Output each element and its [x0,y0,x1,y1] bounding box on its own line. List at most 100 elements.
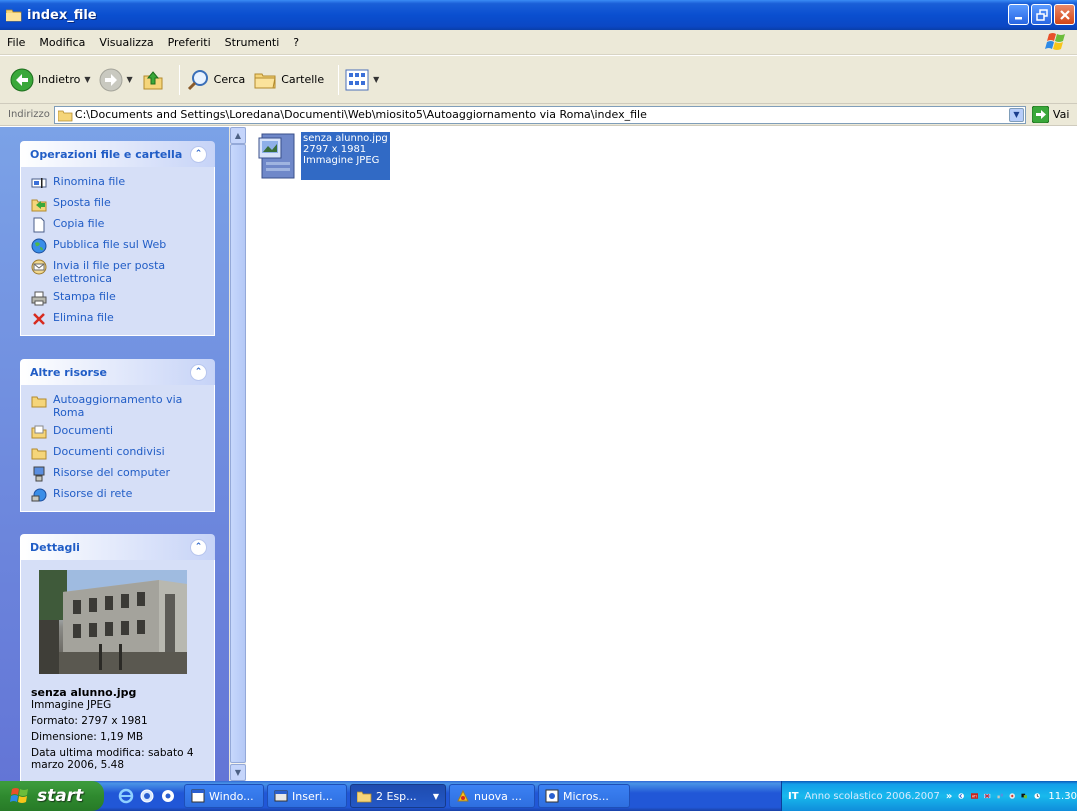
menu-help[interactable]: ? [286,36,306,49]
folders-label: Cartelle [281,73,325,86]
collapse-up-icon[interactable]: ⌃ [190,145,207,163]
forward-button[interactable]: ▼ [99,68,133,92]
file-item[interactable]: senza alunno.jpg 2797 x 1981 Immagine JP… [258,132,390,180]
taskbar-button-microsoft[interactable]: Micros... [538,784,630,808]
taskbar-button-inserisci[interactable]: Inseri... [267,784,347,808]
place-documenti-condivisi[interactable]: Documenti condivisi [31,445,206,461]
place-documenti[interactable]: Documenti [31,424,206,440]
taskbar-button-windows[interactable]: Windo... [184,784,264,808]
svg-text:ATI: ATI [972,794,977,798]
antivirus-icon[interactable] [1009,789,1015,803]
network-icon [31,488,47,502]
move-file-icon [31,199,47,212]
toolbar-separator [178,64,180,95]
other-places-header[interactable]: Altre risorse ⌃ [20,359,215,385]
folder-icon [6,9,22,22]
back-arrow-tray-icon[interactable] [958,789,965,803]
task-pane: Operazioni file e cartella ⌃ Rinomina fi… [0,127,229,784]
details-header[interactable]: Dettagli ⌃ [20,534,215,560]
printer-icon [31,291,47,306]
views-dropdown-icon[interactable]: ▼ [373,75,379,84]
scroll-thumb[interactable] [230,144,246,763]
menu-visualizza[interactable]: Visualizza [92,36,160,49]
taskbar-button-explorer-group[interactable]: 2 Esp... ▼ [350,784,446,808]
task-move-file[interactable]: Sposta file [31,196,206,212]
menu-strumenti[interactable]: Strumenti [218,36,287,49]
ati-icon[interactable]: ATI [970,789,979,803]
browser-icon[interactable] [139,788,155,804]
connection-icon[interactable] [997,789,1003,803]
language-indicator[interactable]: IT [788,791,799,802]
go-button[interactable]: Vai [1031,106,1069,123]
file-view[interactable]: senza alunno.jpg 2797 x 1981 Immagine JP… [247,127,1077,781]
collapse-up-icon[interactable]: ⌃ [190,538,207,556]
clock[interactable]: 11.30 [1048,791,1077,802]
address-path: C:\Documents and Settings\Loredana\Docum… [74,108,647,121]
back-button[interactable]: Indietro ▼ [10,68,91,92]
menu-preferiti[interactable]: Preferiti [161,36,218,49]
email-icon [31,259,47,275]
start-button[interactable]: start [0,781,104,811]
details-file-name: senza alunno.jpg [31,686,137,699]
address-dropdown-button[interactable]: ▼ [1008,107,1024,122]
office-app-icon [545,789,559,803]
file-type: Immagine JPEG [303,155,380,166]
task-copy-file[interactable]: Copia file [31,217,206,233]
close-button[interactable] [1054,4,1075,25]
system-tray: IT Anno scolastico 2006.2007 » ATI 11.30 [781,781,1077,811]
file-tasks-header[interactable]: Operazioni file e cartella ⌃ [20,141,215,167]
file-name: senza alunno.jpg [303,133,388,144]
search-label: Cerca [213,73,246,86]
back-dropdown-icon[interactable]: ▼ [84,75,90,84]
menu-file[interactable]: File [0,36,32,49]
task-publish-web[interactable]: Pubblica file sul Web [31,238,206,254]
window-app-icon [191,789,205,803]
collapse-up-icon[interactable]: ⌃ [190,363,207,381]
task-delete-file[interactable]: Elimina file [31,311,206,327]
other-places-panel: Altre risorse ⌃ Autoaggiornamento via Ro… [20,359,215,512]
folder-icon [31,396,47,408]
quick-launch [118,788,176,804]
forward-dropdown-icon[interactable]: ▼ [127,75,133,84]
restore-icon [1035,8,1048,21]
clock-app-icon[interactable] [1034,789,1040,803]
network-status-icon[interactable] [984,789,991,803]
task-pane-scrollbar[interactable]: ▲ ▼ [229,127,246,781]
folders-button[interactable]: Cartelle [253,68,324,92]
scroll-down-arrow-icon[interactable]: ▼ [230,764,246,781]
media-player-icon[interactable] [160,788,176,804]
address-input[interactable]: C:\Documents and Settings\Loredana\Docum… [53,105,1026,124]
scroll-up-arrow-icon[interactable]: ▲ [230,127,246,144]
place-autoaggiornamento[interactable]: Autoaggiornamento via Roma [31,393,206,419]
title-bar[interactable]: index_file [0,0,1077,30]
back-label: Indietro [38,73,81,86]
folder-icon [357,791,372,802]
details-format: Formato: 2797 x 1981 [31,715,148,727]
up-folder-button[interactable] [141,68,165,92]
maximize-button[interactable] [1031,4,1052,25]
chat-icon[interactable] [1021,789,1028,803]
details-panel: Dettagli ⌃ senza alunno.jpg Immagine JPE… [20,534,215,784]
window-title: index_file [27,7,97,23]
search-button[interactable]: Cerca [186,68,246,92]
task-email-file[interactable]: Invia il file per posta elettronica [31,259,206,285]
task-print-file[interactable]: Stampa file [31,290,206,306]
tray-expand-icon[interactable]: » [946,791,952,802]
start-label: start [37,786,84,806]
computer-icon [33,466,45,482]
task-rename-file[interactable]: Rinomina file [31,175,206,191]
menu-modifica[interactable]: Modifica [32,36,92,49]
place-risorse-computer[interactable]: Risorse del computer [31,466,206,482]
views-button[interactable]: ▼ [345,69,379,91]
globe-icon [31,238,47,254]
windows-logo-icon [1045,33,1065,50]
taskbar-button-nuova[interactable]: nuova ... [449,784,535,808]
close-icon [1059,9,1070,20]
rename-icon [31,178,47,188]
internet-explorer-icon[interactable] [118,788,134,804]
dialog-icon [274,790,288,802]
place-risorse-rete[interactable]: Risorse di rete [31,487,206,503]
search-icon [187,69,208,90]
minimize-button[interactable] [1008,4,1029,25]
minimize-icon [1014,16,1022,19]
